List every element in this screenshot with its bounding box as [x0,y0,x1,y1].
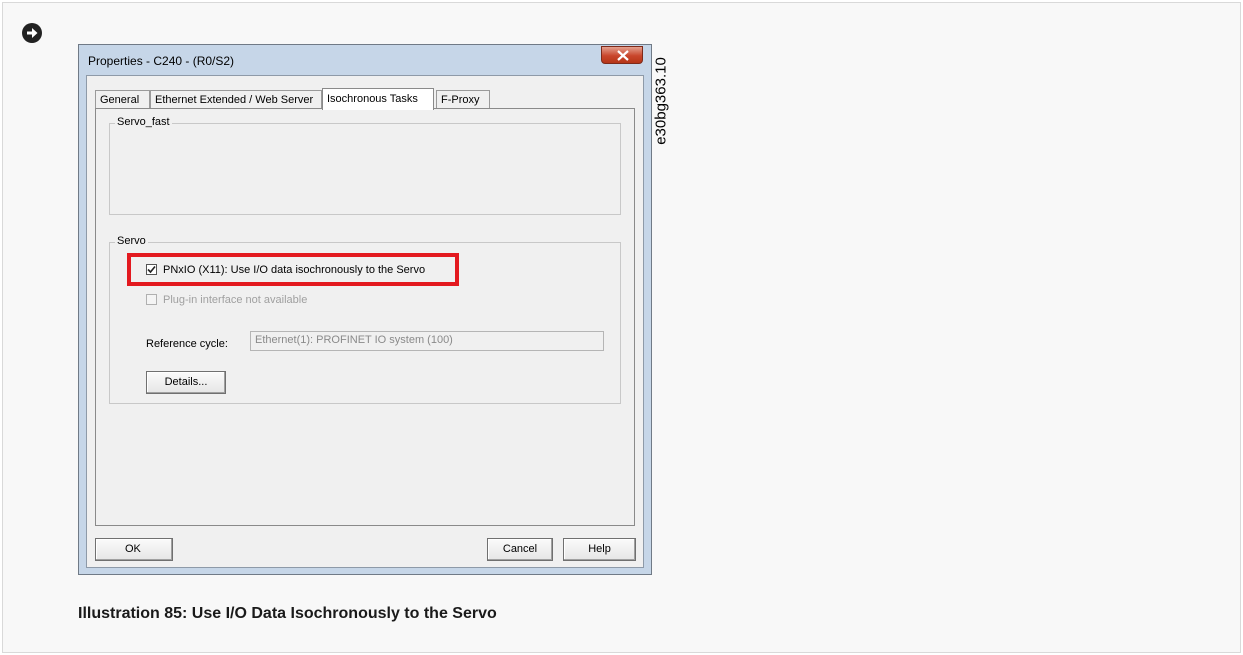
illustration-caption: Illustration 85: Use I/O Data Isochronou… [78,605,497,622]
tab-isochronous-tasks[interactable]: Isochronous Tasks [322,88,434,110]
plugin-checkbox [146,294,157,305]
help-button[interactable]: Help [563,538,636,561]
servo-fast-legend: Servo_fast [115,116,172,128]
isochronous-tasks-panel: Servo_fast Servo PNxIO (X11): Use I/O da… [95,108,635,526]
servo-legend: Servo [115,235,148,247]
close-button[interactable] [601,46,643,64]
details-button[interactable]: Details... [146,371,226,394]
arrow-circle-right-icon [22,23,42,43]
tab-f-proxy[interactable]: F-Proxy [436,90,490,108]
tab-ethernet-extended-web-server[interactable]: Ethernet Extended / Web Server [150,90,322,108]
reference-cycle-field: Ethernet(1): PROFINET IO system (100) [250,331,604,351]
tab-general[interactable]: General [95,90,150,108]
cancel-button[interactable]: Cancel [487,538,553,561]
dialog-titlebar[interactable]: Properties - C240 - (R0/S2) [79,45,651,75]
dialog-client-area: General Ethernet Extended / Web Server I… [86,75,644,568]
dialog-title: Properties - C240 - (R0/S2) [88,54,235,68]
highlight-box [127,253,459,286]
ok-button[interactable]: OK [95,538,173,561]
servo-fast-group: Servo_fast [109,116,621,215]
plugin-checkbox-label: Plug-in interface not available [163,294,308,306]
figure-code: e30bg363.10 [650,46,672,156]
close-icon [617,50,629,61]
properties-dialog: Properties - C240 - (R0/S2) General Ethe… [78,44,652,575]
reference-cycle-label: Reference cycle: [146,338,228,350]
figure-code-text: e30bg363.10 [652,57,670,145]
